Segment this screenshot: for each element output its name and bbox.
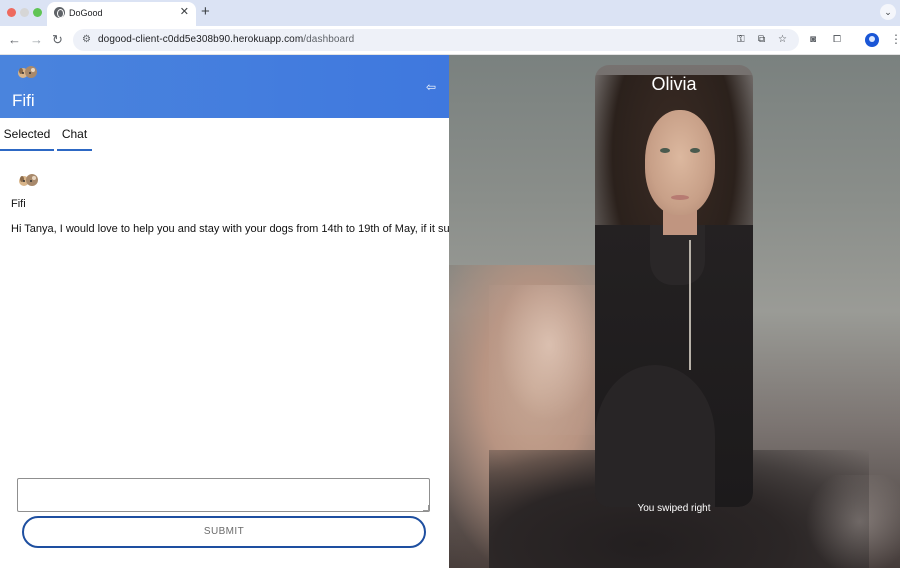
swipe-status: You swiped right — [637, 503, 711, 514]
profile-photo-knee — [595, 365, 715, 507]
match-panel: Olivia You swiped right — [449, 55, 900, 568]
close-icon[interactable]: ✕ — [180, 5, 189, 19]
new-tab-button[interactable]: + — [201, 3, 210, 21]
star-icon[interactable]: ☆ — [778, 33, 787, 47]
chat-panel: Fifi ⇦ Selected Chat Fifi Hi Tanya, I wo… — [0, 55, 464, 568]
profile-card[interactable]: Olivia — [595, 65, 753, 507]
background-bokeh — [799, 475, 900, 568]
url-path: /dashboard — [303, 34, 355, 45]
header-user-name: Fifi — [12, 91, 35, 110]
url-text[interactable]: dogood-client-c0dd5e308b90.herokuapp.com… — [98, 34, 354, 45]
kebab-menu-icon[interactable]: ⋮ — [890, 32, 900, 46]
site-settings-icon[interactable]: ⚙ — [82, 34, 91, 46]
url-host: dogood-client-c0dd5e308b90.herokuapp.com — [98, 34, 304, 45]
browser-tab-dogood[interactable]: DoGood ✕ — [47, 2, 196, 26]
tab-selected[interactable]: Selected — [0, 118, 54, 151]
reload-icon[interactable]: ↻ — [52, 32, 63, 48]
message-sender: Fifi — [11, 198, 26, 210]
profile-photo-lips — [671, 195, 689, 200]
dog-avatar-icon — [18, 66, 37, 78]
camera-icon[interactable]: ◙ — [810, 33, 816, 47]
tab-title: DoGood — [69, 8, 103, 18]
forward-arrow-icon[interactable]: → — [30, 32, 43, 48]
browser-tab-strip: DoGood ✕ + ⌄ — [0, 0, 900, 26]
background-hands-highlight — [489, 285, 609, 435]
resize-handle-icon[interactable] — [423, 505, 429, 511]
message-text: Hi Tanya, I would love to help you and s… — [11, 223, 464, 235]
window-minimize-button[interactable] — [20, 8, 29, 17]
profile-photo-zip — [689, 240, 691, 370]
profile-icon[interactable] — [865, 33, 879, 47]
chat-tabs: Selected Chat — [0, 118, 449, 152]
puzzle-icon[interactable]: ⧠ — [833, 33, 841, 47]
back-arrow-icon[interactable]: ← — [8, 32, 21, 48]
message-avatar-icon — [19, 174, 38, 186]
browser-toolbar: ← → ↻ ⚙ dogood-client-c0dd5e308b90.herok… — [0, 26, 900, 55]
submit-button[interactable]: SUBMIT — [22, 516, 426, 548]
profile-card-name: Olivia — [651, 74, 697, 94]
key-icon[interactable]: ⚿ — [737, 33, 745, 47]
window-close-button[interactable] — [7, 8, 16, 17]
chat-message-input[interactable] — [17, 478, 430, 512]
tab-chat[interactable]: Chat — [57, 118, 92, 151]
chevron-down-icon[interactable]: ⌄ — [880, 4, 896, 20]
profile-photo-eyes — [658, 148, 702, 154]
install-app-icon[interactable]: ⧉ — [758, 33, 765, 47]
address-bar[interactable]: ⚙ dogood-client-c0dd5e308b90.herokuapp.c… — [73, 29, 799, 51]
globe-icon — [54, 7, 65, 18]
chat-header: Fifi ⇦ — [0, 55, 449, 118]
window-maximize-button[interactable] — [33, 8, 42, 17]
logout-icon[interactable]: ⇦ — [426, 80, 436, 94]
